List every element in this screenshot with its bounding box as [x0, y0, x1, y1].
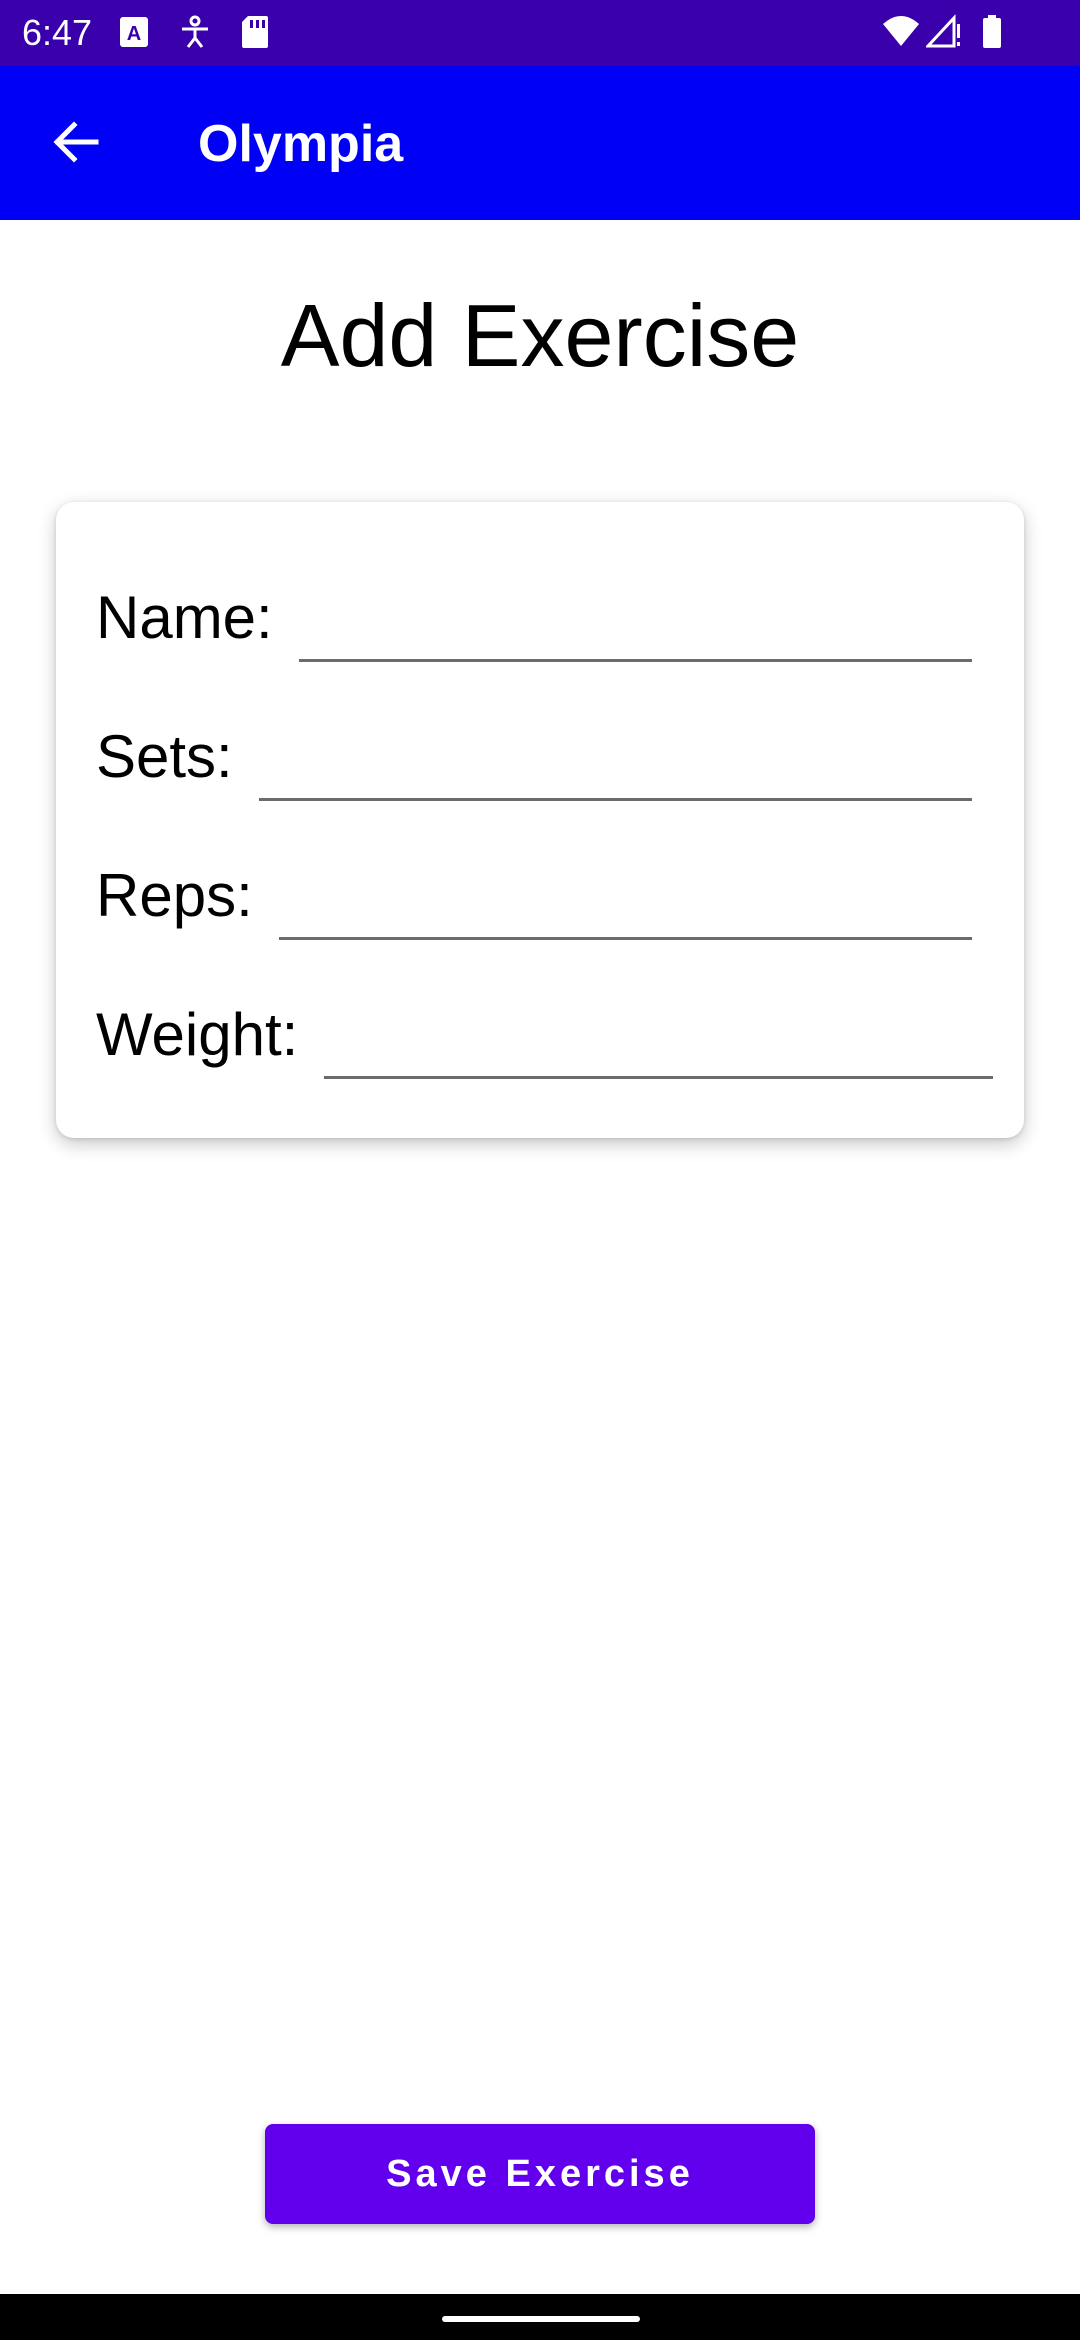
font-a-icon: A: [118, 14, 150, 55]
exercise-form-card: Name: Sets: Reps: Weight:: [56, 502, 1024, 1138]
wifi-icon: [882, 14, 920, 55]
weight-input[interactable]: [324, 1009, 994, 1079]
weight-label: Weight:: [96, 1001, 299, 1068]
reps-row: Reps:: [96, 860, 972, 940]
name-row: Name:: [96, 582, 972, 662]
save-exercise-button[interactable]: Save Exercise: [265, 2124, 815, 2224]
sets-label: Sets:: [96, 723, 233, 790]
page-title: Add Exercise: [280, 286, 800, 385]
accessibility-icon: [178, 14, 212, 55]
reps-input[interactable]: [278, 870, 972, 940]
sd-card-icon: [240, 14, 270, 55]
arrow-back-icon: [50, 116, 102, 173]
sets-row: Sets:: [96, 721, 972, 801]
name-input[interactable]: [298, 592, 972, 662]
weight-row: Weight:: [96, 999, 994, 1079]
navigation-bar: [0, 2294, 1080, 2340]
app-bar: Olympia: [0, 66, 1080, 220]
sets-input[interactable]: [258, 731, 972, 801]
app-title: Olympia: [198, 115, 404, 173]
status-time: 6:47: [22, 12, 93, 53]
reps-label: Reps:: [96, 862, 253, 929]
home-gesture-handle[interactable]: [442, 2316, 640, 2322]
status-bar: 6:47 A: [0, 0, 1080, 66]
battery-icon: [980, 14, 1004, 55]
back-button[interactable]: [36, 104, 116, 184]
name-label: Name:: [96, 584, 273, 651]
svg-text:A: A: [127, 23, 141, 45]
signal-icon: [924, 14, 964, 55]
